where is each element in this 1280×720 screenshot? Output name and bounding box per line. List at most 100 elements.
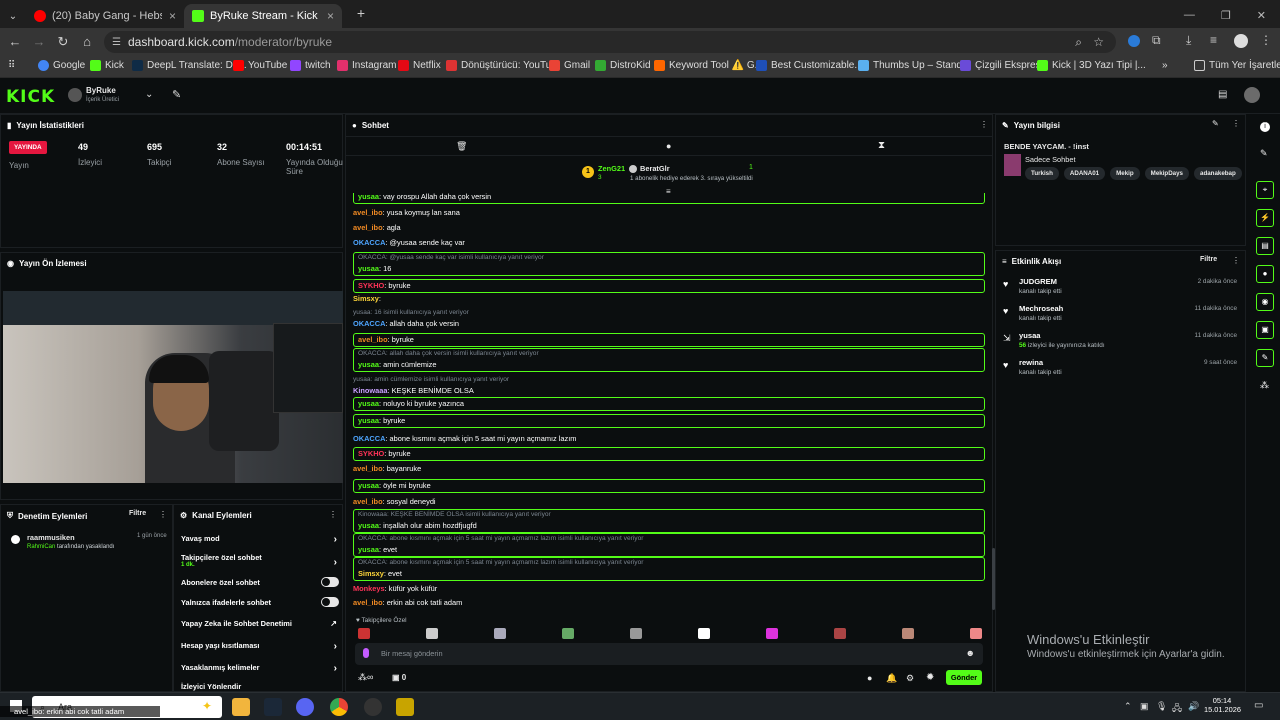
bookmark-distrokid[interactable]: DistroKid xyxy=(595,60,651,71)
forward-icon[interactable]: → xyxy=(30,33,48,51)
extension-icon[interactable] xyxy=(1128,35,1140,47)
bookmark-kick-3d[interactable]: Kick | 3D Yazı Tipi |... xyxy=(1037,60,1146,71)
bookmark-kick[interactable]: Kick xyxy=(90,60,124,71)
chat-username[interactable]: Monkeys xyxy=(353,584,385,593)
new-tab-button[interactable]: + xyxy=(350,5,372,27)
stream-tag[interactable]: adanakebap xyxy=(1194,167,1242,180)
chevron-down-icon[interactable]: ⌄ xyxy=(145,89,153,100)
close-window-icon[interactable]: ✕ xyxy=(1257,9,1266,22)
chat-username[interactable]: yusaa xyxy=(358,481,379,490)
chat-username[interactable]: Kinowaaa xyxy=(353,386,388,395)
info-icon[interactable]: i xyxy=(1260,122,1270,132)
bookmark-netflix[interactable]: Netflix xyxy=(398,60,441,71)
tray-chevron-icon[interactable]: ⌃ xyxy=(1124,701,1132,712)
rail-quick-action-4[interactable]: ● xyxy=(1256,265,1274,283)
chat-username[interactable]: yusaa xyxy=(358,399,379,408)
activity-event[interactable]: ⇲ yusaa 56 izleyici ile yayınınıza katıldı… xyxy=(1001,331,1241,357)
stream-tag[interactable]: ADANA01 xyxy=(1063,167,1106,180)
chat-message[interactable]: OKACCA: allah daha çok versin isimli kul… xyxy=(353,348,985,372)
discord-icon[interactable] xyxy=(296,698,314,716)
chat-username[interactable]: yusaa xyxy=(358,416,379,425)
layout-icon[interactable]: ▤ xyxy=(1218,89,1227,100)
clock[interactable]: 05:14 15.01.2026 xyxy=(1204,696,1241,714)
chat-username[interactable]: yusaa xyxy=(358,545,379,554)
emote[interactable] xyxy=(562,628,574,639)
badge-settings-icon[interactable]: ✹ xyxy=(926,672,934,683)
chat-username[interactable]: OKACCA xyxy=(353,238,385,247)
chat-message[interactable]: OKACCA: abone kısmını açmak için 5 saat … xyxy=(353,557,985,581)
tray-icon[interactable]: ▣ xyxy=(1140,701,1149,712)
stream-category[interactable]: Sadece Sohbet xyxy=(1025,155,1076,164)
activity-event[interactable]: ♥ Mechroseah kanalı takip etti 11 dakika ön… xyxy=(1001,304,1241,330)
obs-icon[interactable] xyxy=(364,698,382,716)
puzzle-icon[interactable]: ⧉ xyxy=(1152,33,1161,48)
maximize-icon[interactable]: ❐ xyxy=(1221,9,1231,22)
chat-message[interactable]: yusaa: noluyo ki byruke yazınca xyxy=(353,397,985,411)
chat-message[interactable]: Kinowaaa: KEŞKE BENİMDE OLSA isimli kull… xyxy=(353,509,985,533)
kebab-icon[interactable]: ⋮ xyxy=(980,120,988,129)
chat-message[interactable]: yusaa: vay orospu Allah daha çok versin xyxy=(353,193,985,204)
kebab-icon[interactable]: ⋮ xyxy=(1232,256,1240,265)
chat-username[interactable]: avel_ibo xyxy=(353,598,383,607)
kebab-icon[interactable]: ⋮ xyxy=(1232,119,1240,128)
chat-username[interactable]: Simsxy xyxy=(353,294,379,303)
kebab-icon[interactable]: ⋮ xyxy=(159,510,167,519)
bookmark-twitch[interactable]: twitch xyxy=(290,60,331,71)
chat-username[interactable]: avel_ibo xyxy=(353,464,383,473)
category-thumbnail[interactable] xyxy=(1004,154,1021,176)
bookmark-gmail[interactable]: Gmail xyxy=(549,60,590,71)
chat-username[interactable]: yusaa xyxy=(358,193,379,201)
stream-preview-video[interactable] xyxy=(3,291,343,483)
chat-input[interactable]: Bir mesaj gönderin ☻ xyxy=(355,643,983,665)
stream-tag[interactable]: MekipDays xyxy=(1144,167,1189,180)
chat-username[interactable]: avel_ibo xyxy=(358,335,388,344)
star-icon[interactable]: ☆ xyxy=(1093,35,1104,49)
chat-settings-bubble-icon[interactable]: ● xyxy=(867,673,872,683)
emote[interactable] xyxy=(698,628,710,639)
emoji-icon[interactable]: ☻ xyxy=(966,648,975,658)
browser-tab-youtube[interactable]: (20) Baby Gang - Hebs (Offi × xyxy=(26,4,184,28)
chat-message[interactable]: OKACCA: @yusaa sende kaç var xyxy=(353,237,985,249)
activity-filter-button[interactable]: Filtre xyxy=(1200,256,1217,263)
media-icon[interactable]: ≡ xyxy=(1210,33,1217,47)
kick-logo[interactable]: KICK xyxy=(6,87,55,107)
chat-message[interactable]: yusaa: amin cümlemize isimli kullanıcıya… xyxy=(353,375,985,397)
close-icon[interactable]: × xyxy=(327,9,334,23)
pinned-count[interactable]: ▣ 0 xyxy=(392,673,406,682)
more-bookmarks-icon[interactable]: » xyxy=(1162,60,1168,71)
hourglass-icon[interactable]: ⧗ xyxy=(878,140,885,151)
pin-icon[interactable]: ✎ xyxy=(172,88,181,101)
gear-icon[interactable]: ⚙ xyxy=(906,673,914,684)
bookmark-thumbs-up[interactable]: Thumbs Up – Stand... xyxy=(858,60,970,71)
activity-event[interactable]: ♥ JUDGREM kanalı takip etti 2 dakika önce xyxy=(1001,277,1241,303)
bookmark-youtube-converter[interactable]: Dönüştürücü: YouTu... xyxy=(446,60,560,71)
chat-message[interactable]: SYKHO: byruke xyxy=(353,447,985,461)
download-icon[interactable]: ⤓ xyxy=(1186,33,1191,48)
emote[interactable] xyxy=(494,628,506,639)
chrome-icon[interactable] xyxy=(330,698,348,716)
tab-search-icon[interactable]: ⌄ xyxy=(0,4,26,28)
chat-username[interactable]: yusaa xyxy=(358,264,379,273)
stream-tag[interactable]: Mekip xyxy=(1110,167,1140,180)
back-icon[interactable]: ← xyxy=(6,33,24,51)
bookmark-best-customizable[interactable]: Best Customizable... xyxy=(756,60,863,71)
gift-user[interactable]: ZenG21 xyxy=(598,164,625,173)
emote[interactable] xyxy=(630,628,642,639)
user-avatar[interactable] xyxy=(1244,87,1260,103)
chat-icon[interactable]: ● xyxy=(666,141,671,151)
network-icon[interactable]: 🖧 xyxy=(1172,701,1182,717)
points-icon[interactable]: ⁂∞ xyxy=(358,672,373,683)
close-icon[interactable]: × xyxy=(169,9,176,23)
chat-username[interactable]: SYKHO xyxy=(358,449,384,458)
bookmark-youtube[interactable]: YouTube xyxy=(233,60,287,71)
chat-message[interactable]: OKACCA: abone kısmını açmak için 5 saat … xyxy=(353,533,985,557)
chat-username[interactable]: OKACCA xyxy=(353,434,385,443)
chat-message[interactable]: Monkeys: küfür yok küfür xyxy=(353,583,985,595)
chat-username[interactable]: SYKHO xyxy=(358,281,384,290)
profile-avatar[interactable] xyxy=(1234,34,1248,48)
bookmark-cizgili-ekspres[interactable]: Çizgili Ekspres xyxy=(960,60,1041,71)
minimize-icon[interactable]: — xyxy=(1184,9,1195,22)
ai-moderation-action[interactable]: Yapay Zeka ile Sohbet Denetimi ↗ xyxy=(181,619,341,628)
gift-target[interactable]: BeratGlr xyxy=(640,164,670,173)
chat-message[interactable]: yusaa: byruke xyxy=(353,414,985,428)
